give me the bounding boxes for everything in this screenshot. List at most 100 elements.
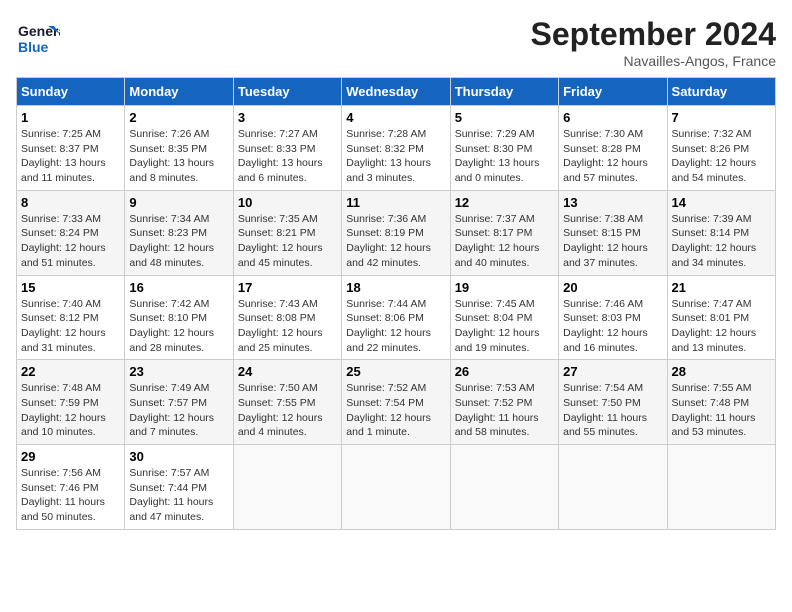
- sunset-label: Sunset: 8:14 PM: [672, 227, 750, 239]
- day-cell: 25 Sunrise: 7:52 AM Sunset: 7:54 PM Dayl…: [342, 360, 450, 445]
- daylight-label: Daylight: 12 hours and 51 minutes.: [21, 242, 106, 269]
- page-header: General Blue September 2024 Navailles-An…: [16, 16, 776, 69]
- day-cell: 4 Sunrise: 7:28 AM Sunset: 8:32 PM Dayli…: [342, 106, 450, 191]
- sunset-label: Sunset: 7:46 PM: [21, 482, 99, 494]
- logo: General Blue: [16, 16, 64, 60]
- day-cell: 14 Sunrise: 7:39 AM Sunset: 8:14 PM Dayl…: [667, 190, 775, 275]
- sunset-label: Sunset: 8:15 PM: [563, 227, 641, 239]
- day-number: 17: [238, 280, 337, 295]
- sunset-label: Sunset: 8:21 PM: [238, 227, 316, 239]
- day-info: Sunrise: 7:49 AM Sunset: 7:57 PM Dayligh…: [129, 381, 228, 440]
- day-cell: 6 Sunrise: 7:30 AM Sunset: 8:28 PM Dayli…: [559, 106, 667, 191]
- sunrise-label: Sunrise: 7:35 AM: [238, 213, 318, 225]
- week-row-4: 22 Sunrise: 7:48 AM Sunset: 7:59 PM Dayl…: [17, 360, 776, 445]
- sunrise-label: Sunrise: 7:28 AM: [346, 128, 426, 140]
- day-cell: [667, 445, 775, 530]
- daylight-label: Daylight: 12 hours and 57 minutes.: [563, 157, 648, 184]
- day-info: Sunrise: 7:52 AM Sunset: 7:54 PM Dayligh…: [346, 381, 445, 440]
- day-number: 4: [346, 110, 445, 125]
- calendar-header: SundayMondayTuesdayWednesdayThursdayFrid…: [17, 78, 776, 106]
- day-number: 5: [455, 110, 554, 125]
- day-info: Sunrise: 7:44 AM Sunset: 8:06 PM Dayligh…: [346, 297, 445, 356]
- sunrise-label: Sunrise: 7:34 AM: [129, 213, 209, 225]
- day-info: Sunrise: 7:54 AM Sunset: 7:50 PM Dayligh…: [563, 381, 662, 440]
- daylight-label: Daylight: 12 hours and 48 minutes.: [129, 242, 214, 269]
- day-info: Sunrise: 7:38 AM Sunset: 8:15 PM Dayligh…: [563, 212, 662, 271]
- day-cell: 19 Sunrise: 7:45 AM Sunset: 8:04 PM Dayl…: [450, 275, 558, 360]
- day-cell: 22 Sunrise: 7:48 AM Sunset: 7:59 PM Dayl…: [17, 360, 125, 445]
- day-cell: 24 Sunrise: 7:50 AM Sunset: 7:55 PM Dayl…: [233, 360, 341, 445]
- header-cell-monday: Monday: [125, 78, 233, 106]
- daylight-label: Daylight: 12 hours and 37 minutes.: [563, 242, 648, 269]
- daylight-label: Daylight: 12 hours and 4 minutes.: [238, 412, 323, 439]
- day-info: Sunrise: 7:29 AM Sunset: 8:30 PM Dayligh…: [455, 127, 554, 186]
- day-info: Sunrise: 7:30 AM Sunset: 8:28 PM Dayligh…: [563, 127, 662, 186]
- daylight-label: Daylight: 12 hours and 13 minutes.: [672, 327, 757, 354]
- svg-text:Blue: Blue: [18, 39, 49, 55]
- day-cell: 27 Sunrise: 7:54 AM Sunset: 7:50 PM Dayl…: [559, 360, 667, 445]
- svg-text:General: General: [18, 23, 60, 39]
- day-number: 24: [238, 364, 337, 379]
- day-info: Sunrise: 7:57 AM Sunset: 7:44 PM Dayligh…: [129, 466, 228, 525]
- day-number: 21: [672, 280, 771, 295]
- day-info: Sunrise: 7:37 AM Sunset: 8:17 PM Dayligh…: [455, 212, 554, 271]
- day-info: Sunrise: 7:35 AM Sunset: 8:21 PM Dayligh…: [238, 212, 337, 271]
- sunset-label: Sunset: 8:19 PM: [346, 227, 424, 239]
- day-cell: 17 Sunrise: 7:43 AM Sunset: 8:08 PM Dayl…: [233, 275, 341, 360]
- day-cell: 11 Sunrise: 7:36 AM Sunset: 8:19 PM Dayl…: [342, 190, 450, 275]
- logo-icon: General Blue: [16, 16, 60, 60]
- sunrise-label: Sunrise: 7:32 AM: [672, 128, 752, 140]
- sunset-label: Sunset: 8:26 PM: [672, 143, 750, 155]
- sunset-label: Sunset: 7:50 PM: [563, 397, 641, 409]
- daylight-label: Daylight: 12 hours and 34 minutes.: [672, 242, 757, 269]
- sunrise-label: Sunrise: 7:49 AM: [129, 382, 209, 394]
- day-info: Sunrise: 7:56 AM Sunset: 7:46 PM Dayligh…: [21, 466, 120, 525]
- sunset-label: Sunset: 8:33 PM: [238, 143, 316, 155]
- daylight-label: Daylight: 12 hours and 10 minutes.: [21, 412, 106, 439]
- day-number: 10: [238, 195, 337, 210]
- title-section: September 2024 Navailles-Angos, France: [531, 16, 776, 69]
- day-number: 27: [563, 364, 662, 379]
- daylight-label: Daylight: 12 hours and 7 minutes.: [129, 412, 214, 439]
- sunrise-label: Sunrise: 7:40 AM: [21, 298, 101, 310]
- daylight-label: Daylight: 12 hours and 40 minutes.: [455, 242, 540, 269]
- day-number: 30: [129, 449, 228, 464]
- calendar-body: 1 Sunrise: 7:25 AM Sunset: 8:37 PM Dayli…: [17, 106, 776, 530]
- day-cell: 30 Sunrise: 7:57 AM Sunset: 7:44 PM Dayl…: [125, 445, 233, 530]
- daylight-label: Daylight: 11 hours and 50 minutes.: [21, 496, 105, 523]
- sunrise-label: Sunrise: 7:56 AM: [21, 467, 101, 479]
- day-number: 8: [21, 195, 120, 210]
- day-number: 28: [672, 364, 771, 379]
- week-row-3: 15 Sunrise: 7:40 AM Sunset: 8:12 PM Dayl…: [17, 275, 776, 360]
- day-cell: [342, 445, 450, 530]
- day-number: 19: [455, 280, 554, 295]
- day-cell: 26 Sunrise: 7:53 AM Sunset: 7:52 PM Dayl…: [450, 360, 558, 445]
- day-number: 6: [563, 110, 662, 125]
- daylight-label: Daylight: 12 hours and 25 minutes.: [238, 327, 323, 354]
- sunrise-label: Sunrise: 7:48 AM: [21, 382, 101, 394]
- header-cell-friday: Friday: [559, 78, 667, 106]
- day-number: 14: [672, 195, 771, 210]
- sunrise-label: Sunrise: 7:39 AM: [672, 213, 752, 225]
- sunset-label: Sunset: 7:44 PM: [129, 482, 207, 494]
- day-cell: 5 Sunrise: 7:29 AM Sunset: 8:30 PM Dayli…: [450, 106, 558, 191]
- sunrise-label: Sunrise: 7:38 AM: [563, 213, 643, 225]
- week-row-5: 29 Sunrise: 7:56 AM Sunset: 7:46 PM Dayl…: [17, 445, 776, 530]
- day-cell: 7 Sunrise: 7:32 AM Sunset: 8:26 PM Dayli…: [667, 106, 775, 191]
- sunset-label: Sunset: 8:06 PM: [346, 312, 424, 324]
- day-number: 16: [129, 280, 228, 295]
- day-cell: 21 Sunrise: 7:47 AM Sunset: 8:01 PM Dayl…: [667, 275, 775, 360]
- day-number: 3: [238, 110, 337, 125]
- day-cell: 28 Sunrise: 7:55 AM Sunset: 7:48 PM Dayl…: [667, 360, 775, 445]
- day-cell: 2 Sunrise: 7:26 AM Sunset: 8:35 PM Dayli…: [125, 106, 233, 191]
- sunset-label: Sunset: 7:57 PM: [129, 397, 207, 409]
- sunrise-label: Sunrise: 7:57 AM: [129, 467, 209, 479]
- sunset-label: Sunset: 8:23 PM: [129, 227, 207, 239]
- day-number: 29: [21, 449, 120, 464]
- daylight-label: Daylight: 12 hours and 22 minutes.: [346, 327, 431, 354]
- day-number: 15: [21, 280, 120, 295]
- day-info: Sunrise: 7:32 AM Sunset: 8:26 PM Dayligh…: [672, 127, 771, 186]
- day-info: Sunrise: 7:26 AM Sunset: 8:35 PM Dayligh…: [129, 127, 228, 186]
- daylight-label: Daylight: 12 hours and 28 minutes.: [129, 327, 214, 354]
- sunrise-label: Sunrise: 7:44 AM: [346, 298, 426, 310]
